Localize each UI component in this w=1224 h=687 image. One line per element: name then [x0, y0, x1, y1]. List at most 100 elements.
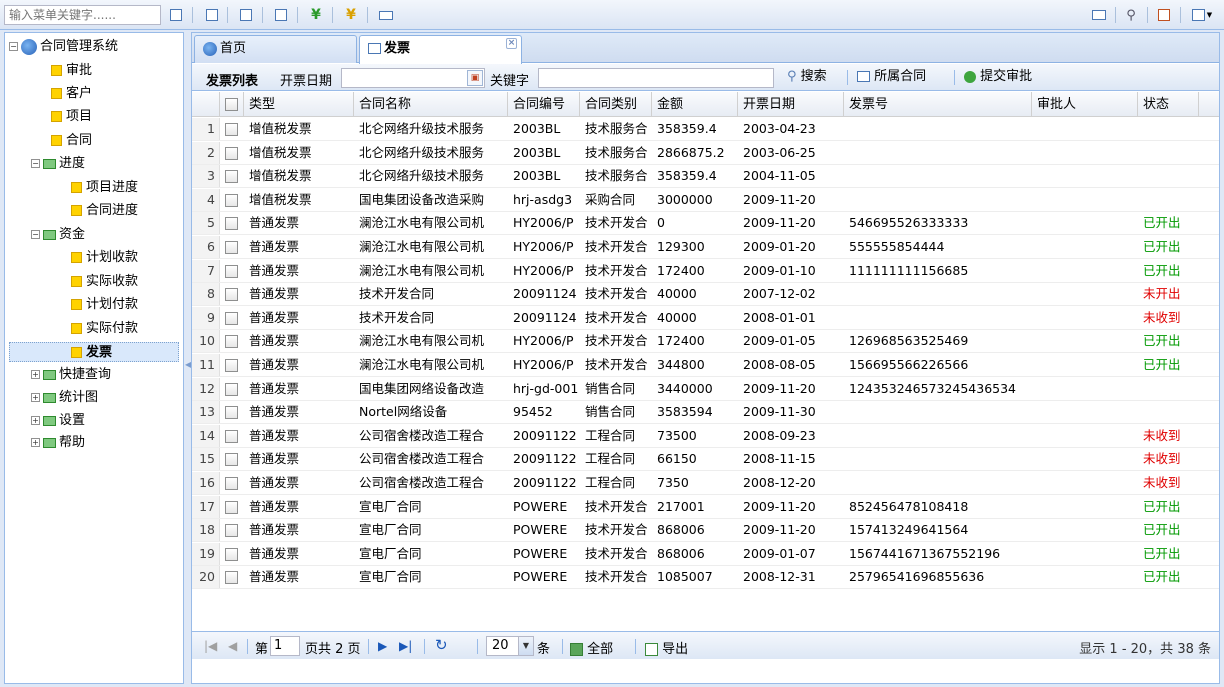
table-row[interactable]: 13 普通发票 Nortel网络设备 95452 销售合同 3583594 2009-11-…	[192, 401, 1219, 425]
row-checkbox[interactable]	[225, 359, 238, 372]
tree-item-project[interactable]: 项目	[51, 107, 92, 127]
splitter-collapse-icon[interactable]: ◀	[185, 360, 191, 376]
select-all-checkbox[interactable]	[225, 98, 238, 111]
invoice-date-field[interactable]: ▣	[341, 68, 485, 88]
tree-item-customer[interactable]: 客户	[51, 84, 92, 104]
submit-approval-button[interactable]: 提交审批	[964, 68, 1032, 88]
tree-root[interactable]: − 合同管理系统	[9, 37, 118, 57]
tree-item-settings[interactable]: + 设置	[31, 411, 85, 431]
income-yen-icon[interactable]: ¥	[307, 6, 325, 24]
tree-item-contract-progress[interactable]: 合同进度	[71, 201, 138, 221]
export-button[interactable]: 导出	[645, 638, 688, 657]
expand-icon[interactable]: +	[31, 370, 40, 379]
expand-icon[interactable]: +	[31, 438, 40, 447]
tree-item-invoice[interactable]: 发票	[9, 342, 179, 362]
table-row[interactable]: 11 普通发票 澜沧江水电有限公司机 HY2006/P 技术开发合 344800 2008-…	[192, 354, 1219, 377]
table-row[interactable]: 19 普通发票 宣电厂合同 POWERE 技术开发合 868006 2009-01-07 15…	[192, 542, 1219, 566]
prev-page-icon[interactable]: ◀	[228, 639, 237, 653]
tree-item-quick-query[interactable]: + 快捷查询	[31, 365, 111, 385]
zoom-icon[interactable]: ⚲	[1122, 6, 1140, 24]
list-view-icon[interactable]	[203, 6, 221, 24]
row-checkbox[interactable]	[225, 335, 238, 349]
table-row[interactable]: 15 普通发票 公司宿舍楼改造工程合 20091122 工程合同 66150 2008-11…	[192, 448, 1219, 472]
row-checkbox[interactable]	[225, 170, 238, 184]
collapse-icon[interactable]: −	[31, 230, 40, 239]
table-row[interactable]: 18 普通发票 宣电厂合同 POWERE 技术开发合 868006 2009-11-20 15…	[192, 519, 1219, 543]
keyword-input[interactable]	[538, 68, 774, 88]
expand-icon[interactable]: +	[31, 416, 40, 425]
row-checkbox[interactable]	[225, 406, 238, 420]
page-number-input[interactable]: 1	[270, 636, 300, 656]
row-checkbox[interactable]	[225, 524, 238, 538]
tree-item-contract[interactable]: 合同	[51, 131, 92, 151]
tree-item-help[interactable]: + 帮助	[31, 433, 85, 453]
expand-icon[interactable]: +	[31, 393, 40, 402]
tree-item-planned-payment[interactable]: 计划付款	[71, 295, 138, 315]
row-checkbox[interactable]	[225, 123, 238, 136]
panel-view-icon[interactable]	[237, 6, 255, 24]
contract-button[interactable]: 所属合同	[857, 68, 926, 88]
row-checkbox[interactable]	[225, 477, 238, 490]
tab-home[interactable]: 首页	[194, 35, 357, 63]
calendar-icon[interactable]	[1155, 6, 1173, 24]
table-row[interactable]: 20 普通发票 宣电厂合同 POWERE 技术开发合 1085007 2008-12-31 2…	[192, 566, 1219, 590]
calculator-icon[interactable]	[377, 6, 395, 24]
date-picker-icon[interactable]: ▣	[467, 70, 483, 86]
row-checkbox[interactable]	[225, 288, 238, 302]
tree-item-planned-receipt[interactable]: 计划收款	[71, 248, 138, 268]
col-header-invoice-number[interactable]: 发票号	[844, 92, 1032, 117]
collapse-icon[interactable]: −	[9, 42, 18, 51]
row-checkbox[interactable]	[225, 217, 238, 231]
chevron-down-icon[interactable]: ▼	[518, 637, 533, 655]
last-page-icon[interactable]: ▶|	[399, 639, 412, 653]
tree-item-actual-receipt[interactable]: 实际收款	[71, 272, 138, 292]
col-header-invoice-date[interactable]: 开票日期	[738, 92, 844, 117]
tree-item-approval[interactable]: 审批	[51, 61, 92, 81]
row-checkbox[interactable]	[225, 311, 238, 325]
row-checkbox[interactable]	[225, 429, 238, 443]
window-menu-icon[interactable]: ▼	[1186, 6, 1218, 24]
col-header-contract-category[interactable]: 合同类别	[580, 92, 652, 117]
menu-search-input[interactable]	[4, 5, 161, 25]
tree-item-statistics[interactable]: + 统计图	[31, 388, 98, 408]
close-tab-icon[interactable]: ×	[506, 38, 517, 49]
show-all-button[interactable]: 全部	[570, 638, 613, 657]
row-checkbox[interactable]	[225, 264, 238, 278]
row-checkbox[interactable]	[225, 453, 238, 467]
mail-icon[interactable]	[1090, 6, 1108, 24]
row-checkbox[interactable]	[225, 571, 238, 585]
row-checkbox[interactable]	[225, 382, 238, 396]
grid-view-icon[interactable]	[272, 6, 290, 24]
col-header-contract-name[interactable]: 合同名称	[354, 92, 508, 117]
table-row[interactable]: 4 增值税发票 国电集团设备改造采购 hrj-asdg3 采购合同 3000000 2009…	[192, 188, 1219, 212]
first-page-icon[interactable]: |◀	[204, 639, 217, 653]
table-row[interactable]: 2 增值税发票 北仑网络升级技术服务 2003BL 技术服务合 2866875.2 2003…	[192, 141, 1219, 165]
row-checkbox[interactable]	[225, 241, 238, 254]
table-row[interactable]: 12 普通发票 国电集团网络设备改造 hrj-gd-001 销售合同 3440000 200…	[192, 377, 1219, 401]
table-row[interactable]: 17 普通发票 宣电厂合同 POWERE 技术开发合 217001 2009-11-20 85…	[192, 495, 1219, 519]
col-header-approver[interactable]: 审批人	[1032, 92, 1138, 117]
table-row[interactable]: 10 普通发票 澜沧江水电有限公司机 HY2006/P 技术开发合 172400 2009-…	[192, 330, 1219, 354]
table-row[interactable]: 7 普通发票 澜沧江水电有限公司机 HY2006/P 技术开发合 172400 2009-0…	[192, 259, 1219, 283]
tab-invoice[interactable]: 发票 ×	[359, 35, 522, 64]
tree-item-funds[interactable]: − 资金	[31, 225, 85, 245]
search-button[interactable]: ⚲ 搜索	[787, 68, 827, 88]
page-size-select[interactable]: 20 ▼	[486, 636, 534, 656]
payment-yen-icon[interactable]: ¥	[342, 6, 360, 24]
table-row[interactable]: 1 增值税发票 北仑网络升级技术服务 2003BL 技术服务合 358359.4 2003-…	[192, 118, 1219, 141]
table-row[interactable]: 16 普通发票 公司宿舍楼改造工程合 20091122 工程合同 7350 2008-12-…	[192, 472, 1219, 495]
select-all-header[interactable]	[220, 92, 244, 117]
tree-item-progress[interactable]: − 进度	[31, 154, 85, 174]
table-row[interactable]: 6 普通发票 澜沧江水电有限公司机 HY2006/P 技术开发合 129300 2009-0…	[192, 236, 1219, 259]
row-checkbox[interactable]	[225, 146, 238, 160]
col-header-amount[interactable]: 金额	[652, 92, 738, 117]
table-row[interactable]: 3 增值税发票 北仑网络升级技术服务 2003BL 技术服务合 358359.4 2004-…	[192, 165, 1219, 189]
table-row[interactable]: 5 普通发票 澜沧江水电有限公司机 HY2006/P 技术开发合 0 2009-11-20 5…	[192, 212, 1219, 236]
expand-tree-icon[interactable]	[167, 6, 185, 24]
col-header-type[interactable]: 类型	[244, 92, 354, 117]
tree-item-actual-payment[interactable]: 实际付款	[71, 319, 138, 339]
tree-item-project-progress[interactable]: 项目进度	[71, 178, 138, 198]
collapse-icon[interactable]: −	[31, 159, 40, 168]
refresh-icon[interactable]: ↻	[435, 636, 448, 654]
col-header-status[interactable]: 状态	[1138, 92, 1199, 117]
